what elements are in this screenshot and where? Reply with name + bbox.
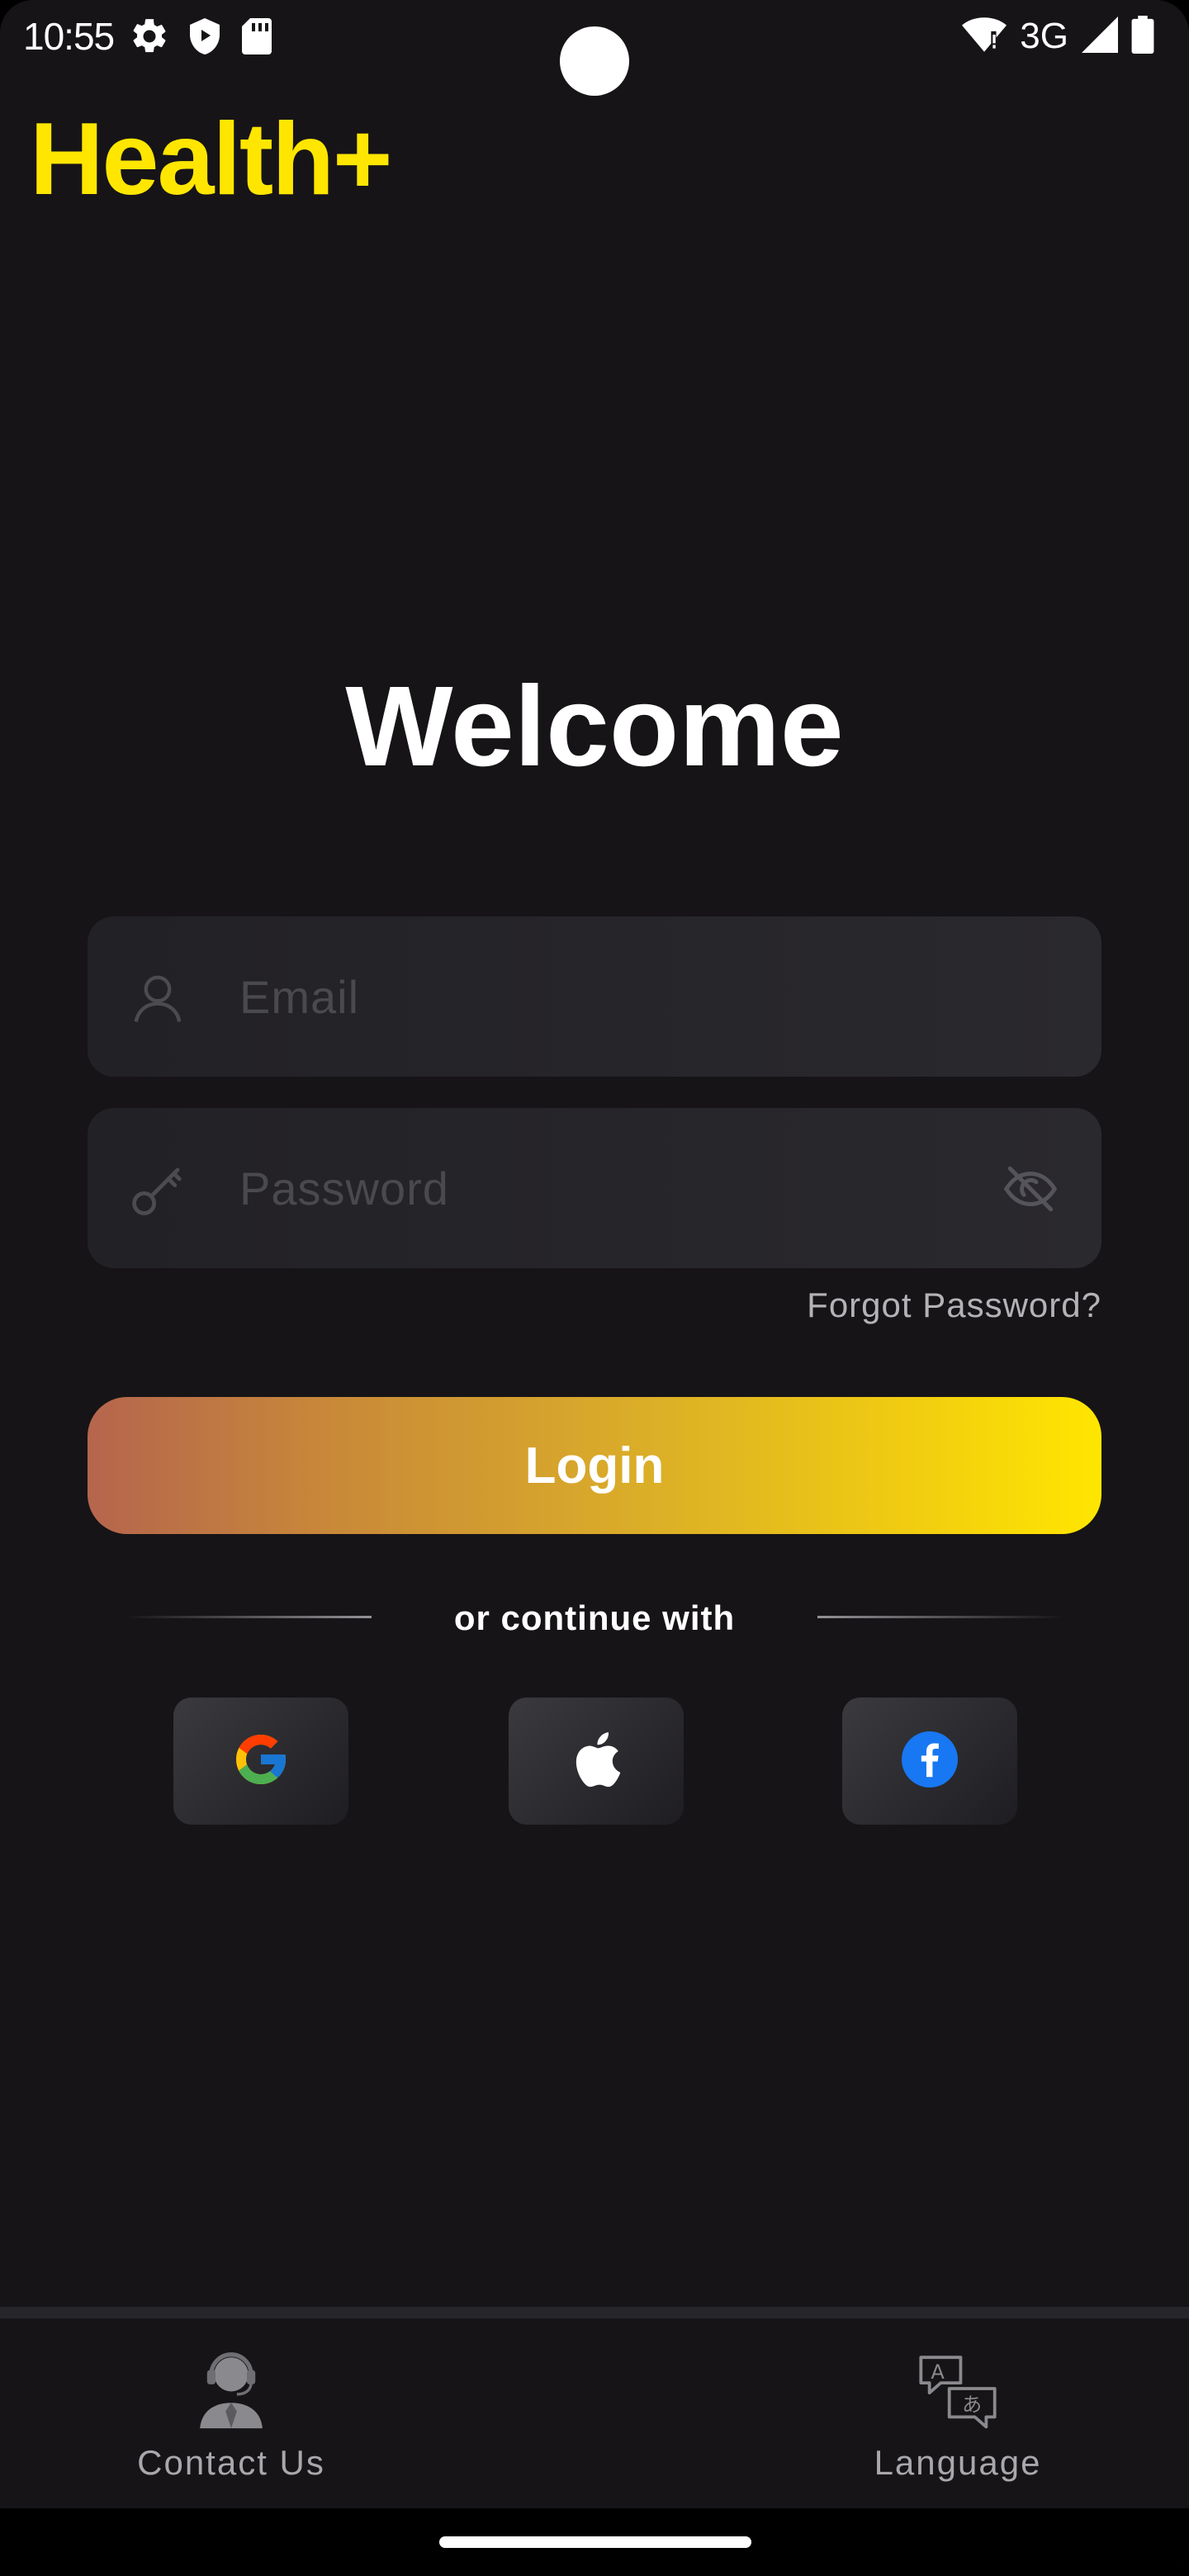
apple-login-button[interactable] xyxy=(509,1698,684,1825)
status-bar: 10:55 3G xyxy=(0,0,1189,96)
password-input[interactable] xyxy=(239,1108,983,1268)
password-field[interactable] xyxy=(88,1108,1101,1268)
user-icon xyxy=(129,969,187,1027)
bottom-bar-divider xyxy=(0,2307,1189,2318)
email-field[interactable] xyxy=(88,916,1101,1077)
language-label: Language xyxy=(874,2443,1042,2482)
gear-icon xyxy=(129,16,170,57)
contact-us-label: Contact Us xyxy=(137,2443,325,2482)
signal-icon xyxy=(1082,16,1118,57)
contact-us-button[interactable]: Contact Us xyxy=(124,2318,339,2508)
eye-off-icon[interactable] xyxy=(1001,1159,1060,1219)
battery-icon xyxy=(1131,15,1154,58)
apple-icon xyxy=(570,1730,623,1793)
status-left: 10:55 xyxy=(23,12,274,61)
svg-text:A: A xyxy=(931,2361,945,2384)
support-agent-icon xyxy=(186,2343,277,2434)
status-time: 10:55 xyxy=(23,15,115,58)
divider-right xyxy=(817,1616,1065,1618)
facebook-icon xyxy=(902,1731,958,1792)
google-icon xyxy=(231,1730,291,1793)
svg-text:あ: あ xyxy=(962,2394,982,2417)
email-input[interactable] xyxy=(239,916,983,1077)
status-right: 3G xyxy=(962,12,1154,61)
language-button[interactable]: A あ Language xyxy=(850,2318,1065,2508)
login-screen: 10:55 3G Health+ Welcome Email Forgot Pa… xyxy=(0,0,1189,2576)
wifi-icon xyxy=(962,16,1007,58)
translate-icon: A あ xyxy=(912,2343,1003,2434)
network-type: 3G xyxy=(1020,16,1068,56)
google-login-button[interactable] xyxy=(173,1698,348,1825)
page-title: Welcome xyxy=(345,663,844,790)
camera-cutout xyxy=(560,26,629,96)
continue-with-label: or continue with xyxy=(453,1598,736,1637)
key-icon xyxy=(129,1161,187,1219)
system-nav-bar xyxy=(0,2508,1189,2576)
forgot-password-link[interactable]: Forgot Password? xyxy=(807,1285,1101,1326)
sd-card-icon xyxy=(239,17,274,56)
bottom-bar: Contact Us A あ Language xyxy=(0,2318,1189,2508)
home-indicator[interactable] xyxy=(439,2536,751,2548)
facebook-login-button[interactable] xyxy=(842,1698,1017,1825)
login-button[interactable]: Login xyxy=(88,1397,1101,1534)
shield-play-icon xyxy=(185,16,225,57)
app-brand-logo: Health+ xyxy=(30,102,392,216)
